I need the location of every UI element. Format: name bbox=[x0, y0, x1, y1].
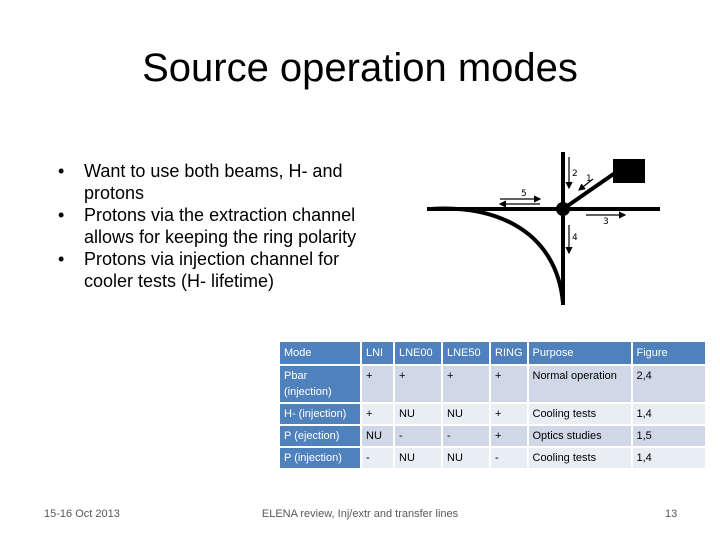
label-2: 2 bbox=[572, 169, 578, 179]
page-number: 13 bbox=[665, 508, 678, 520]
label-4: 4 bbox=[572, 233, 578, 243]
bullet-list: • Want to use both beams, H- and protons … bbox=[56, 160, 386, 292]
bullet-icon: • bbox=[58, 205, 65, 225]
beamline-junction-diagram: 2 1 5 3 4 bbox=[427, 152, 660, 305]
cell-lne50: NU bbox=[443, 404, 489, 424]
cell-ring: + bbox=[491, 404, 527, 424]
table-row: Pbar (injection) + + + + Normal operatio… bbox=[280, 366, 705, 402]
header-mode: Mode bbox=[280, 342, 360, 364]
cell-lne50: - bbox=[443, 426, 489, 446]
cell-lne00: NU bbox=[395, 404, 441, 424]
bullet-item: • Protons via injection channel for coole… bbox=[56, 248, 386, 292]
curved-line bbox=[429, 206, 565, 304]
cell-lni: + bbox=[362, 404, 393, 424]
bullet-item: • Want to use both beams, H- and protons bbox=[56, 160, 386, 204]
label-5: 5 bbox=[521, 189, 527, 199]
cell-figure: 1,4 bbox=[632, 448, 705, 468]
cell-lne00: + bbox=[395, 366, 441, 402]
cell-lni: NU bbox=[362, 426, 393, 446]
header-lne50: LNE50 bbox=[443, 342, 489, 364]
cell-lne50: NU bbox=[443, 448, 489, 468]
cell-figure: 1,5 bbox=[632, 426, 705, 446]
cell-lni: + bbox=[362, 366, 393, 402]
cell-mode: P (injection) bbox=[280, 448, 360, 468]
table-row: H- (injection) + NU NU + Cooling tests 1… bbox=[280, 404, 705, 424]
bullet-icon: • bbox=[58, 161, 65, 181]
slide-title: Source operation modes bbox=[142, 46, 578, 90]
header-lne00: LNE00 bbox=[395, 342, 441, 364]
cell-lne00: - bbox=[395, 426, 441, 446]
cell-ring: - bbox=[491, 448, 527, 468]
cell-purpose: Optics studies bbox=[528, 426, 631, 446]
cell-ring: + bbox=[491, 426, 527, 446]
junction-node bbox=[556, 202, 570, 216]
cell-purpose: Cooling tests bbox=[528, 448, 631, 468]
cell-purpose: Normal operation bbox=[528, 366, 631, 402]
cell-mode: H- (injection) bbox=[280, 404, 360, 424]
source-box bbox=[613, 159, 645, 183]
cell-lne00: NU bbox=[395, 448, 441, 468]
table-row: P (injection) - NU NU - Cooling tests 1,… bbox=[280, 448, 705, 468]
cell-mode: Pbar (injection) bbox=[280, 366, 360, 402]
table-row: P (ejection) NU - - + Optics studies 1,5 bbox=[280, 426, 705, 446]
operation-modes-table: Mode LNI LNE00 LNE50 RING Purpose Figure… bbox=[278, 340, 707, 470]
cell-lne50: + bbox=[443, 366, 489, 402]
label-1: 1 bbox=[586, 174, 592, 184]
header-purpose: Purpose bbox=[528, 342, 631, 364]
cell-figure: 2,4 bbox=[632, 366, 705, 402]
bullet-text: Protons via the extraction channel allow… bbox=[84, 205, 357, 247]
cell-ring: + bbox=[491, 366, 527, 402]
bullet-item: • Protons via the extraction channel allo… bbox=[56, 204, 386, 248]
header-ring: RING bbox=[491, 342, 527, 364]
bullet-text: Want to use both beams, H- and protons bbox=[84, 161, 343, 203]
table-header-row: Mode LNI LNE00 LNE50 RING Purpose Figure bbox=[280, 342, 705, 364]
footer-title: ELENA review, Inj/extr and transfer line… bbox=[261, 508, 459, 520]
header-figure: Figure bbox=[632, 342, 705, 364]
bullet-icon: • bbox=[58, 249, 65, 269]
cell-lni: - bbox=[362, 448, 393, 468]
cell-purpose: Cooling tests bbox=[528, 404, 631, 424]
cell-mode: P (ejection) bbox=[280, 426, 360, 446]
bullet-text: Protons via injection channel for cooler… bbox=[84, 249, 340, 291]
header-lni: LNI bbox=[362, 342, 393, 364]
cell-figure: 1,4 bbox=[632, 404, 705, 424]
label-3: 3 bbox=[603, 217, 609, 227]
